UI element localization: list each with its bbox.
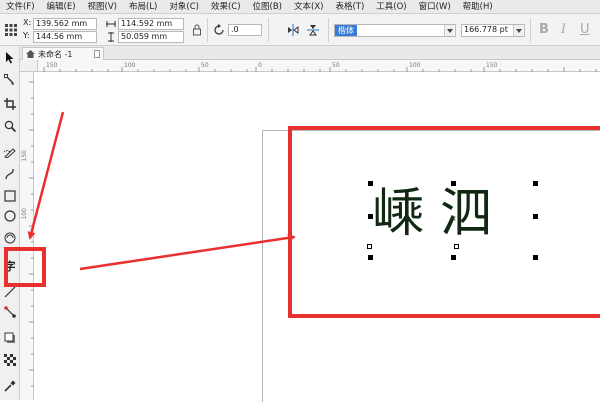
chevron-down-icon[interactable] [513, 25, 523, 36]
menu-bitmaps[interactable]: 位图(B) [247, 0, 288, 14]
ruler-corner [20, 60, 38, 72]
menu-text[interactable]: 文本(X) [288, 0, 329, 14]
height-field[interactable]: 50.059 mm [118, 31, 184, 43]
menu-effects[interactable]: 效果(C) [205, 0, 247, 14]
ellipse-tool[interactable] [2, 208, 18, 224]
zoom-tool[interactable] [2, 118, 18, 134]
font-size-dropdown[interactable]: 166.778 pt [461, 24, 525, 37]
lock-ratio-icon[interactable] [190, 23, 204, 37]
canvas-highlight-box [288, 126, 600, 318]
menu-help[interactable]: 帮助(H) [457, 0, 499, 14]
font-name-selected: 楷体 [335, 25, 357, 36]
menu-edit[interactable]: 编辑(E) [41, 0, 82, 14]
menu-table[interactable]: 表格(T) [329, 0, 370, 14]
freehand-tool[interactable] [2, 144, 18, 160]
separator [530, 18, 531, 42]
mirror-vertical-icon[interactable] [306, 23, 320, 37]
separator [207, 18, 208, 42]
horizontal-ruler[interactable]: 150 100 50 0 50 100 150 [38, 60, 600, 72]
menu-tools[interactable]: 工具(O) [370, 0, 412, 14]
menu-layout[interactable]: 布局(L) [123, 0, 163, 14]
height-icon [106, 31, 116, 43]
drop-shadow-tool[interactable] [2, 330, 18, 346]
text-tool-highlight-box [4, 247, 46, 287]
polygon-tool[interactable] [2, 230, 18, 246]
property-bar: X: 139.562 mm Y: 144.56 mm 114.592 mm 50… [0, 14, 600, 46]
transparency-tool[interactable] [2, 352, 18, 368]
ruler-ticks [29, 81, 34, 387]
vertical-ruler[interactable]: 150 100 [20, 72, 34, 400]
pick-tool[interactable] [2, 50, 18, 66]
separator [268, 18, 269, 42]
rectangle-tool[interactable] [2, 188, 18, 204]
separator [328, 18, 329, 42]
document-tab-label: 未命名 -1 [38, 49, 73, 59]
home-icon [26, 50, 35, 58]
rotate-icon [212, 23, 226, 37]
mirror-horizontal-icon[interactable] [286, 23, 300, 37]
menu-object[interactable]: 对象(C) [163, 0, 205, 14]
bold-button[interactable]: B [539, 22, 549, 38]
menu-view[interactable]: 视图(V) [82, 0, 123, 14]
x-label: X: [23, 18, 32, 27]
reference-point-icon[interactable] [4, 23, 18, 37]
y-label: Y: [23, 31, 30, 40]
menu-window[interactable]: 窗口(W) [413, 0, 457, 14]
document-tab-strip: 未命名 -1 [20, 46, 600, 60]
curve-tool[interactable] [2, 166, 18, 182]
crop-tool[interactable] [2, 96, 18, 112]
y-position-field[interactable]: 144.56 mm [33, 31, 97, 43]
font-size-value: 166.778 pt [464, 25, 508, 34]
chevron-down-icon[interactable] [444, 25, 454, 36]
document-icon [94, 50, 100, 58]
font-list-dropdown[interactable]: 楷体 [334, 24, 456, 37]
menu-bar: 文件(F) 编辑(E) 视图(V) 布局(L) 对象(C) 效果(C) 位图(B… [0, 0, 600, 14]
italic-button[interactable]: I [561, 22, 566, 38]
x-position-field[interactable]: 139.562 mm [33, 18, 97, 30]
eyedropper-tool[interactable] [2, 378, 18, 394]
width-icon [106, 18, 116, 30]
connector-tool[interactable] [2, 304, 18, 320]
underline-button[interactable]: U [580, 22, 590, 38]
menu-file[interactable]: 文件(F) [0, 0, 41, 14]
toolbox: 字 [0, 46, 20, 400]
shape-tool[interactable] [2, 72, 18, 88]
ruler-ticks [43, 67, 597, 72]
document-tab[interactable]: 未命名 -1 [22, 47, 104, 60]
rotation-field[interactable]: .0 [228, 24, 262, 36]
width-field[interactable]: 114.592 mm [118, 18, 184, 30]
